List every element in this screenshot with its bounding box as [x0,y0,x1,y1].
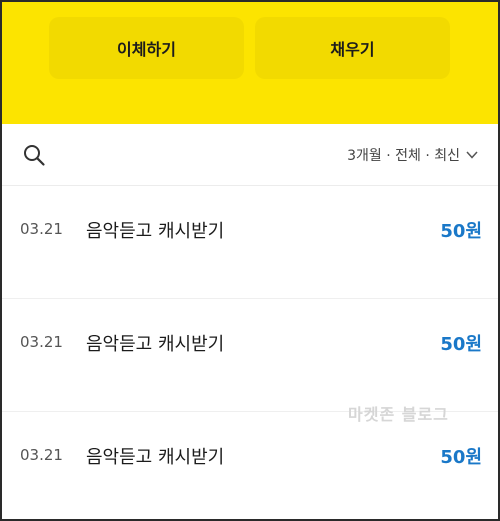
transaction-row[interactable]: 03.21 음악듣고 캐시받기 50원 [2,186,498,299]
transaction-amount: 50원 [440,221,482,242]
transaction-row[interactable]: 03.21 음악듣고 캐시받기 50원 [2,412,498,519]
transaction-row[interactable]: 03.21 음악듣고 캐시받기 50원 [2,299,498,412]
filter-bar: 3개월 · 전체 · 최신 [2,124,498,186]
chevron-down-icon [466,151,478,159]
transaction-date: 03.21 [20,220,63,238]
filter-summary: 3개월 · 전체 · 최신 [347,148,460,164]
search-icon[interactable] [22,143,46,167]
transaction-description: 음악듣고 캐시받기 [86,334,225,355]
transaction-date: 03.21 [20,446,63,464]
screen: 이체하기 채우기 3개월 · 전체 · 최신 03.21 음악듣고 캐시받기 5… [0,0,500,521]
transaction-amount: 50원 [440,334,482,355]
transaction-list: 03.21 음악듣고 캐시받기 50원 03.21 음악듣고 캐시받기 50원 … [2,186,498,519]
action-header: 이체하기 채우기 [2,2,498,124]
transfer-button[interactable]: 이체하기 [49,17,244,79]
transaction-description: 음악듣고 캐시받기 [86,447,225,468]
transaction-amount: 50원 [440,447,482,468]
watermark: 마켓존 블로그 [348,405,449,424]
transaction-description: 음악듣고 캐시받기 [86,221,225,242]
transaction-date: 03.21 [20,333,63,351]
filter-selector[interactable]: 3개월 · 전체 · 최신 [347,143,478,167]
charge-button[interactable]: 채우기 [255,17,450,79]
